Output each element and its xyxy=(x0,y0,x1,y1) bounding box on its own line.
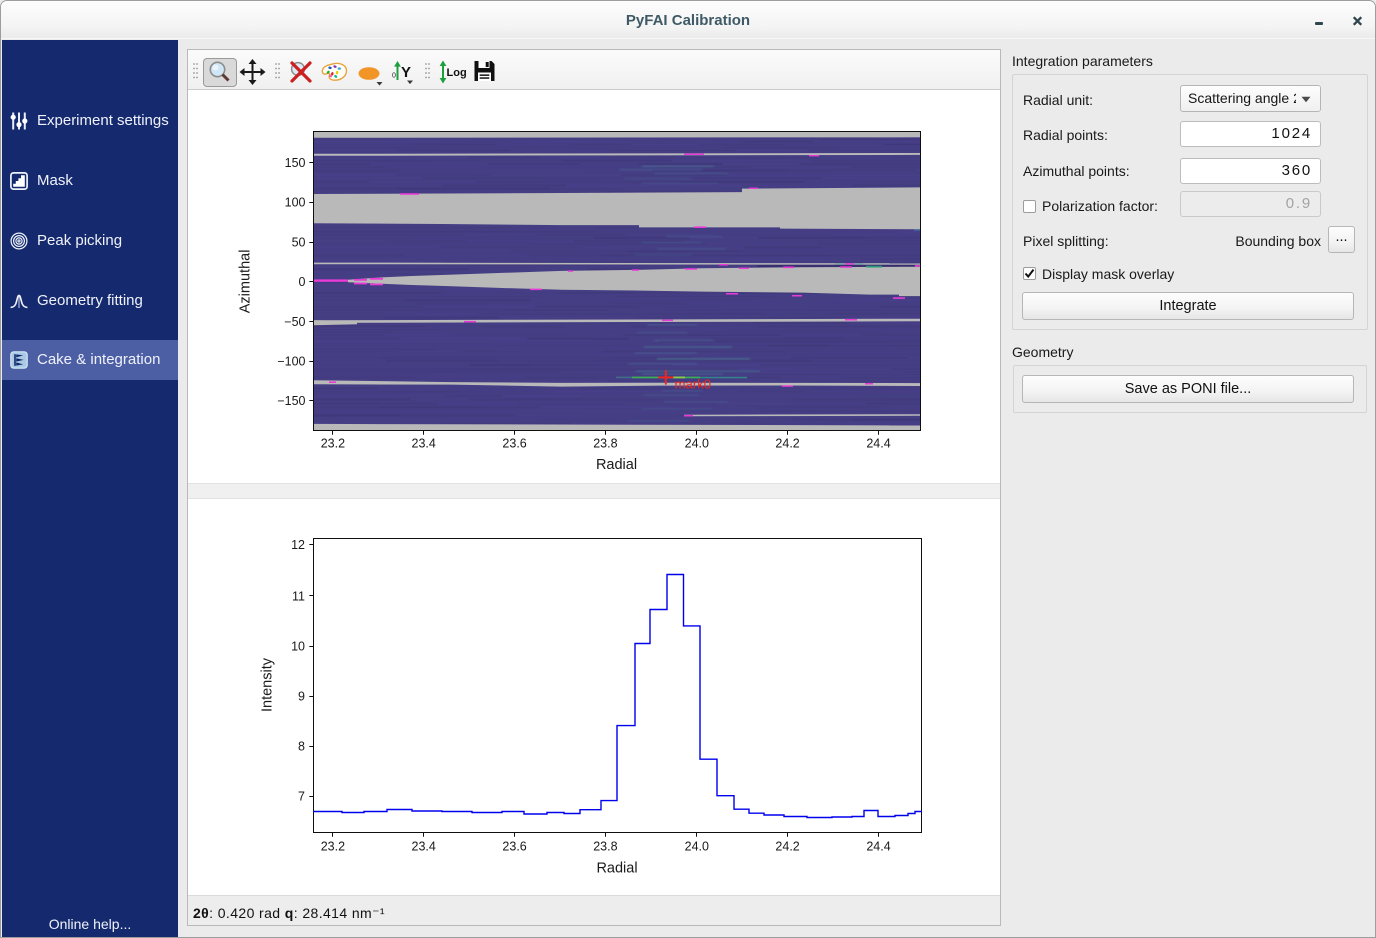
svg-text:8: 8 xyxy=(298,740,305,754)
svg-text:−50: −50 xyxy=(284,315,305,329)
svg-text:12: 12 xyxy=(291,538,305,552)
svg-text:−150: −150 xyxy=(277,394,305,408)
svg-text:23.8: 23.8 xyxy=(593,437,617,451)
svg-text:Intensity: Intensity xyxy=(260,657,276,712)
svg-text:23.8: 23.8 xyxy=(593,840,617,854)
svg-text:−100: −100 xyxy=(277,355,305,369)
svg-text:23.4: 23.4 xyxy=(412,437,436,451)
svg-text:10: 10 xyxy=(291,640,305,654)
svg-text:Azimuthal: Azimuthal xyxy=(238,250,254,314)
svg-text:24.2: 24.2 xyxy=(775,840,799,854)
svg-text:mark0: mark0 xyxy=(675,377,712,392)
svg-text:23.2: 23.2 xyxy=(321,437,345,451)
svg-text:24.4: 24.4 xyxy=(866,840,890,854)
svg-text:24.4: 24.4 xyxy=(866,437,890,451)
svg-text:23.6: 23.6 xyxy=(502,437,526,451)
svg-text:100: 100 xyxy=(285,196,306,210)
svg-text:0: 0 xyxy=(299,275,306,289)
svg-text:Y: Y xyxy=(401,64,411,81)
svg-text:23.6: 23.6 xyxy=(502,840,526,854)
svg-text:24.0: 24.0 xyxy=(685,437,709,451)
svg-text:23.2: 23.2 xyxy=(321,840,345,854)
svg-text:0: 0 xyxy=(392,73,396,80)
svg-text:24.2: 24.2 xyxy=(775,437,799,451)
svg-text:24.0: 24.0 xyxy=(685,840,709,854)
svg-text:23.4: 23.4 xyxy=(412,840,436,854)
svg-text:150: 150 xyxy=(285,156,306,170)
svg-text:7: 7 xyxy=(298,789,305,803)
svg-text:Radial: Radial xyxy=(596,457,637,473)
svg-text:Log: Log xyxy=(447,67,467,79)
svg-text:9: 9 xyxy=(298,690,305,704)
svg-text:50: 50 xyxy=(292,235,306,249)
svg-text:Radial: Radial xyxy=(596,861,637,877)
svg-text:11: 11 xyxy=(292,589,305,603)
